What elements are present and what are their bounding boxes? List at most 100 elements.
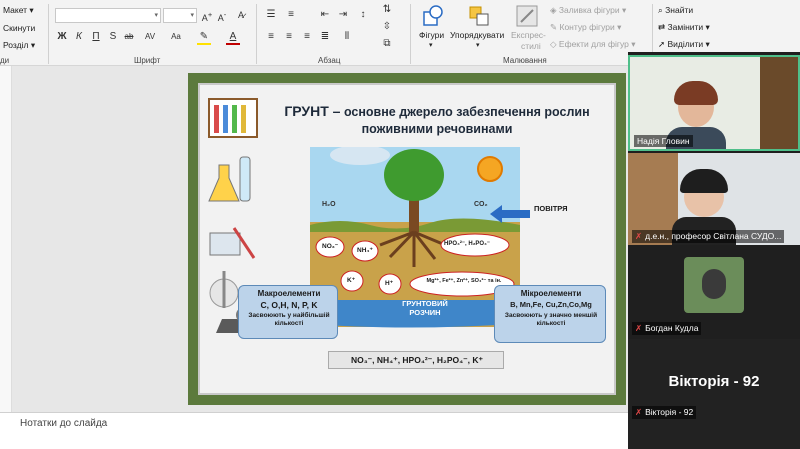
cursor-icon: ➚ xyxy=(658,39,666,49)
microelements-box: Мікроелементи B, Mn,Fe, Cu,Zn,Co,Mg Засв… xyxy=(494,285,606,343)
decrease-indent-icon[interactable]: ⇤ xyxy=(318,9,332,21)
align-center-icon[interactable]: ≡ xyxy=(282,31,296,43)
fill-bucket-icon: ◈ xyxy=(550,5,557,15)
hydrogen-label: H⁺ xyxy=(385,280,394,287)
paragraph-group-label: Абзац xyxy=(318,56,341,65)
mic-muted-icon: ✗ xyxy=(635,407,643,417)
italic-button[interactable]: К xyxy=(72,31,86,43)
effects-icon: ◇ xyxy=(550,39,557,49)
notes-placeholder: Нотатки до слайда xyxy=(20,418,108,429)
font-color-icon[interactable]: A xyxy=(226,31,240,43)
shapes-icon xyxy=(423,5,443,26)
participant-tile[interactable]: Вікторія - 92 ✗ Вікторія - 92 xyxy=(628,339,800,449)
potassium-label: K⁺ xyxy=(347,277,356,284)
highlight-icon[interactable]: ✎ xyxy=(197,31,211,43)
replace-icon: ⇄ xyxy=(658,22,666,32)
bullets-icon[interactable]: ☰ xyxy=(264,9,278,21)
highlight-color-bar xyxy=(197,43,211,45)
participant-name: Надія Гловин xyxy=(634,135,693,147)
phosphate-label: HPO₄²⁻, H₂PO₄⁻ xyxy=(444,241,491,247)
participant-tile[interactable]: ✗ Богдан Кудла xyxy=(628,247,800,337)
quick-styles-button[interactable]: Експрес- стилі xyxy=(508,3,548,53)
metals-label: Mg²⁺, Fe²⁺, Zn²⁺, SO₄²⁻ та ін. xyxy=(426,278,502,284)
section-button[interactable]: Розділ ▾ xyxy=(3,40,35,51)
arrow-left-icon xyxy=(490,205,530,223)
quick-styles-label-2: стилі xyxy=(521,41,541,51)
font-family-select[interactable]: ▾ xyxy=(55,8,161,23)
arrange-label: Упорядкувати xyxy=(450,30,505,40)
search-icon: ⌕ xyxy=(658,5,663,15)
chevron-down-icon: ▾ xyxy=(476,42,480,49)
shrink-font-icon[interactable]: A- xyxy=(215,9,229,23)
text-direction-icon[interactable]: ⇅ xyxy=(380,4,394,16)
participant-name: ✗ Вікторія - 92 xyxy=(632,406,697,419)
align-right-icon[interactable]: ≡ xyxy=(300,31,314,43)
mic-muted-icon: ✗ xyxy=(635,323,643,333)
align-left-icon[interactable]: ≡ xyxy=(264,31,278,43)
strikethrough-button[interactable]: ab xyxy=(122,31,136,43)
font-group-label: Шрифт xyxy=(134,56,161,65)
shape-fill-button[interactable]: ◈ Заливка фігури ▾ xyxy=(550,5,626,16)
arrange-button[interactable]: Упорядкувати ▾ xyxy=(450,3,510,53)
find-button[interactable]: ⌕ Знайти xyxy=(658,5,693,16)
layout-button[interactable]: Макет ▾ xyxy=(3,5,34,16)
notes-pane[interactable]: Нотатки до слайда xyxy=(0,412,628,449)
font-size-select[interactable]: ▾ xyxy=(163,8,197,23)
shapes-label: Фігури xyxy=(419,30,445,40)
underline-button[interactable]: П xyxy=(89,31,103,43)
slide-thumbnail-pane[interactable] xyxy=(0,66,12,412)
bold-button[interactable]: Ж xyxy=(55,31,69,43)
change-case-button[interactable]: Aa xyxy=(166,31,186,43)
slides-group-label: ди xyxy=(0,56,10,65)
clear-format-icon[interactable]: A̷ xyxy=(234,9,248,21)
no3-label: NO₃⁻ xyxy=(322,243,339,250)
macroelements-box: Макроелементи C, O,H, N, P, K Засвоюють … xyxy=(238,285,338,339)
select-button[interactable]: ➚ Виділити ▾ xyxy=(658,39,710,50)
ribbon-divider xyxy=(48,4,49,64)
font-color-bar xyxy=(226,43,240,45)
macro-title: Макроелементи xyxy=(257,289,321,298)
reset-button[interactable]: Скинути xyxy=(3,23,35,33)
mic-muted-icon: ✗ xyxy=(635,231,643,241)
grow-font-icon[interactable]: A+ xyxy=(200,9,214,23)
micro-list: B, Mn,Fe, Cu,Zn,Co,Mg xyxy=(510,300,592,309)
micro-note: Засвоюють у значно меншій кількості xyxy=(504,312,598,327)
line-spacing-icon[interactable]: ↕ xyxy=(356,9,370,21)
soil-solution-label: ГРУНТОВИЙ РОЗЧИН xyxy=(402,299,448,317)
nh4-label: NH₄⁺ xyxy=(357,247,373,254)
bookshelf xyxy=(760,57,798,149)
co2-label: CO₂ xyxy=(474,201,488,208)
participant-name: ✗ Богдан Кудла xyxy=(632,322,702,335)
increase-indent-icon[interactable]: ⇥ xyxy=(336,9,350,21)
quick-styles-icon xyxy=(516,5,538,27)
macro-list: C, O,H, N, P, K xyxy=(260,300,318,310)
avatar-hair xyxy=(680,169,728,193)
smartart-icon[interactable]: ⧉ xyxy=(380,38,394,50)
align-text-icon[interactable]: ⇳ xyxy=(380,21,394,33)
numbering-icon[interactable]: ≡ xyxy=(284,9,298,21)
shape-effects-button[interactable]: ◇ Ефекти для фігур ▾ xyxy=(550,39,636,50)
participant-name: ✗ д.е.н., професор Світлана СУДО... xyxy=(632,230,785,243)
quick-styles-label: Експрес- xyxy=(511,30,546,40)
participant-tile[interactable]: Надія Гловин xyxy=(628,55,800,151)
video-call-panel: Надія Гловин ✗ д.е.н., професор Світлана … xyxy=(628,52,800,449)
ions-bar-text: NO₃⁻, NH₄⁺, HPO₄²⁻, H₂PO₄⁻, K⁺ xyxy=(350,355,484,365)
slide[interactable]: ГРУНТ – основне джерело забезпечення рос… xyxy=(188,73,626,405)
macro-note: Засвоюють у найбільшій кількості xyxy=(248,312,330,327)
participant-initials: Вікторія - 92 xyxy=(668,373,760,390)
char-spacing-button[interactable]: AV xyxy=(140,31,160,43)
replace-button[interactable]: ⇄ Замінити ▾ xyxy=(658,22,710,33)
shape-outline-button[interactable]: ✎ Контур фігури ▾ xyxy=(550,22,621,33)
justify-icon[interactable]: ≣ xyxy=(318,31,332,43)
shapes-button[interactable]: Фігури ▾ xyxy=(416,3,450,53)
shadow-button[interactable]: S xyxy=(106,31,120,43)
slide-title: ГРУНТ – основне джерело забезпечення рос… xyxy=(284,103,590,136)
participant-tile[interactable]: ✗ д.е.н., професор Світлана СУДО... xyxy=(628,153,800,245)
avatar-figure xyxy=(702,269,726,299)
avatar-hair xyxy=(674,81,718,105)
columns-icon[interactable]: ⫴ xyxy=(340,31,354,43)
ribbon-divider xyxy=(256,4,257,64)
drawing-group-label: Малювання xyxy=(503,56,547,65)
micro-title: Мікроелементи xyxy=(520,289,582,298)
ribbon-divider xyxy=(410,4,411,64)
